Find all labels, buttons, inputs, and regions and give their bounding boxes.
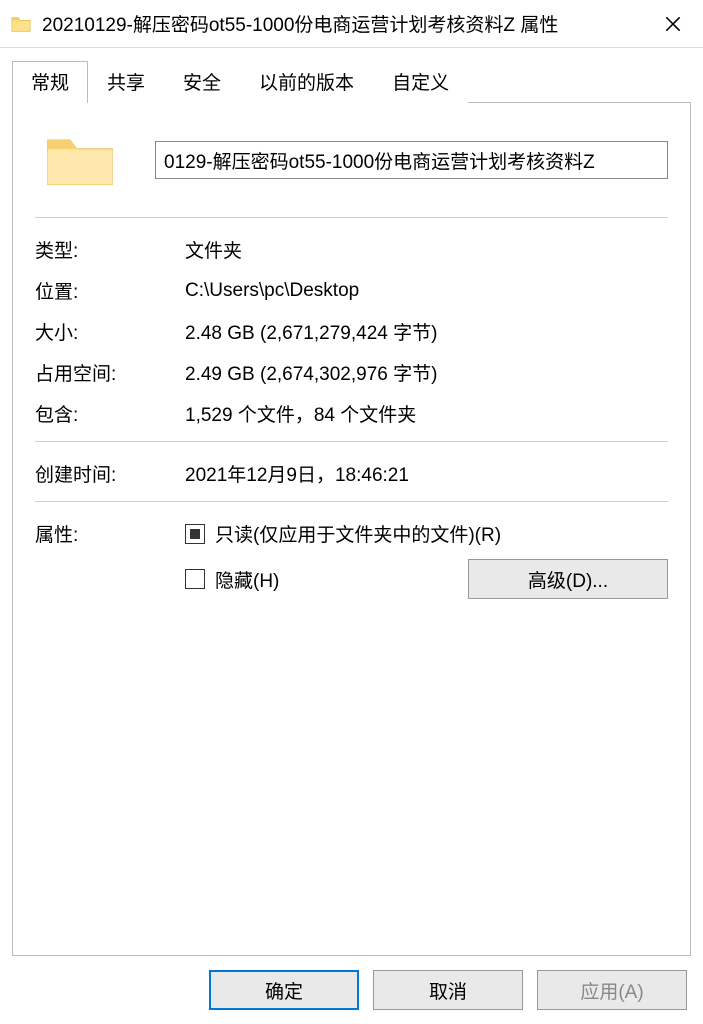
tab-panel-general: 类型: 文件夹 位置: C:\Users\pc\Desktop 大小: 2.48…: [12, 103, 691, 956]
readonly-checkbox-label: 只读(仅应用于文件夹中的文件)(R): [215, 520, 501, 547]
created-value: 2021年12月9日，18:46:21: [185, 460, 668, 487]
checkbox-indeterminate-icon: [185, 524, 205, 544]
size-value: 2.48 GB (2,671,279,424 字节): [185, 318, 668, 345]
advanced-button[interactable]: 高级(D)...: [468, 559, 668, 599]
checkbox-empty-icon: [185, 569, 205, 589]
hidden-checkbox[interactable]: 隐藏(H): [185, 566, 279, 593]
folder-icon-large: [35, 125, 125, 195]
dialog-button-bar: 确定 取消 应用(A): [12, 956, 691, 1016]
location-label: 位置:: [35, 277, 185, 304]
size-on-disk-label: 占用空间:: [35, 359, 185, 386]
tab-previous-versions[interactable]: 以前的版本: [240, 61, 373, 103]
type-label: 类型:: [35, 236, 185, 263]
folder-icon: [10, 13, 32, 35]
tab-strip: 常规 共享 安全 以前的版本 自定义: [12, 60, 691, 103]
tab-general[interactable]: 常规: [12, 61, 88, 103]
tab-sharing[interactable]: 共享: [88, 61, 164, 103]
separator: [35, 501, 668, 502]
readonly-checkbox[interactable]: 只读(仅应用于文件夹中的文件)(R): [185, 520, 668, 547]
size-label: 大小:: [35, 318, 185, 345]
hidden-checkbox-label: 隐藏(H): [215, 566, 279, 593]
type-value: 文件夹: [185, 236, 668, 263]
separator: [35, 217, 668, 218]
contains-label: 包含:: [35, 400, 185, 427]
titlebar: 20210129-解压密码ot55-1000份电商运营计划考核资料Z 属性: [0, 0, 703, 48]
cancel-button[interactable]: 取消: [373, 970, 523, 1010]
tab-customize[interactable]: 自定义: [373, 61, 468, 103]
separator: [35, 441, 668, 442]
attributes-label: 属性:: [35, 520, 185, 547]
apply-button[interactable]: 应用(A): [537, 970, 687, 1010]
folder-name-input[interactable]: [155, 141, 668, 179]
contains-value: 1,529 个文件，84 个文件夹: [185, 400, 668, 427]
ok-button[interactable]: 确定: [209, 970, 359, 1010]
location-value: C:\Users\pc\Desktop: [185, 280, 668, 302]
created-label: 创建时间:: [35, 460, 185, 487]
tab-security[interactable]: 安全: [164, 61, 240, 103]
close-button[interactable]: [643, 0, 703, 48]
window-title: 20210129-解压密码ot55-1000份电商运营计划考核资料Z 属性: [42, 10, 643, 37]
size-on-disk-value: 2.49 GB (2,674,302,976 字节): [185, 359, 668, 386]
